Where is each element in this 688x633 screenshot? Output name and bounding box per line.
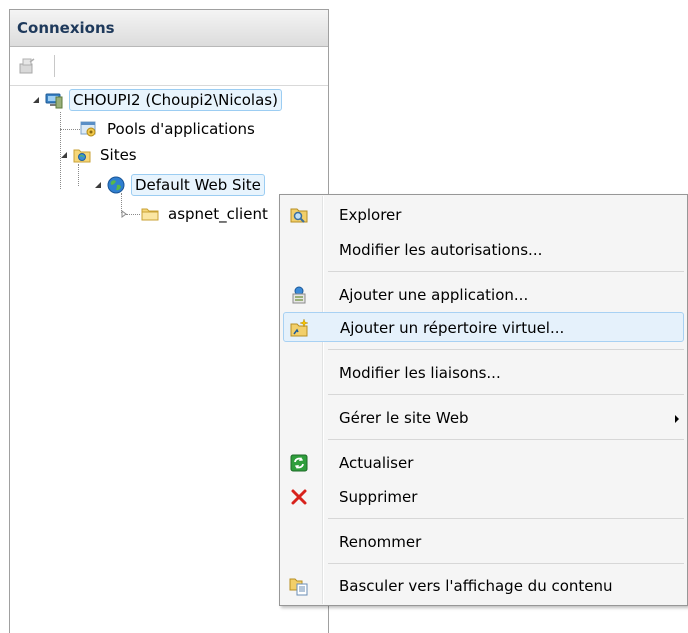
folder-icon	[141, 205, 159, 223]
collapsed-icon[interactable]	[118, 208, 130, 220]
tree-item-app-pools[interactable]: Pools d'applications	[80, 117, 258, 141]
toolbar-separator	[54, 55, 55, 77]
menu-item-add-virtual-directory[interactable]: Ajouter un répertoire virtuel...	[283, 312, 684, 342]
connect-icon[interactable]	[17, 56, 37, 76]
tree-label: CHOUPI2 (Choupi2\Nicolas)	[69, 89, 282, 111]
connections-toolbar	[10, 47, 328, 86]
menu-separator	[328, 271, 684, 272]
menu-separator	[328, 563, 684, 564]
menu-item-label: Renommer	[339, 533, 422, 551]
tree-label: Pools d'applications	[107, 120, 255, 138]
menu-item-switch-content-view[interactable]: Basculer vers l'affichage du contenu	[283, 571, 684, 601]
tree-item-sites[interactable]: Sites	[58, 143, 140, 167]
menu-item-label: Actualiser	[339, 454, 414, 472]
menu-item-edit-bindings[interactable]: Modifier les liaisons...	[283, 358, 684, 388]
tree-item-default-web-site[interactable]: Default Web Site	[92, 173, 265, 197]
delete-icon	[289, 487, 309, 507]
globe-icon	[107, 176, 125, 194]
add-application-icon	[289, 285, 309, 305]
expanded-icon[interactable]	[30, 94, 42, 106]
tree-item-server[interactable]: CHOUPI2 (Choupi2\Nicolas)	[30, 88, 282, 112]
tree-item-aspnet-client[interactable]: aspnet_client	[118, 202, 271, 226]
menu-separator	[328, 349, 684, 350]
submenu-arrow-icon	[675, 415, 679, 423]
sites-folder-icon	[73, 146, 91, 164]
panel-title: Connexions	[10, 10, 328, 47]
explore-icon	[289, 205, 309, 225]
menu-separator	[328, 439, 684, 440]
content-view-icon	[289, 576, 309, 596]
menu-separator	[328, 518, 684, 519]
menu-item-label: Modifier les liaisons...	[339, 364, 501, 382]
menu-item-delete[interactable]: Supprimer	[283, 482, 684, 512]
menu-item-label: Basculer vers l'affichage du contenu	[339, 577, 613, 595]
server-icon	[45, 91, 63, 109]
menu-item-label: Explorer	[339, 206, 402, 224]
add-virtual-directory-icon	[290, 318, 310, 338]
menu-item-add-application[interactable]: Ajouter une application...	[283, 280, 684, 310]
refresh-icon	[289, 453, 309, 473]
tree-line	[78, 164, 79, 186]
menu-separator	[328, 394, 684, 395]
context-menu: Explorer Modifier les autorisations... A…	[279, 194, 688, 606]
menu-item-label: Supprimer	[339, 488, 418, 506]
application-pools-icon	[80, 120, 98, 138]
tree-label: aspnet_client	[168, 205, 268, 223]
menu-item-explorer[interactable]: Explorer	[283, 200, 684, 230]
menu-item-refresh[interactable]: Actualiser	[283, 448, 684, 478]
menu-item-rename[interactable]: Renommer	[283, 527, 684, 557]
tree-line	[60, 129, 80, 130]
menu-item-label: Ajouter un répertoire virtuel...	[340, 319, 565, 337]
expanded-icon[interactable]	[58, 149, 70, 161]
tree-label: Default Web Site	[131, 174, 265, 196]
expanded-icon[interactable]	[92, 179, 104, 191]
menu-item-label: Modifier les autorisations...	[339, 241, 543, 259]
tree-label: Sites	[100, 146, 137, 164]
menu-item-manage-site[interactable]: Gérer le site Web	[283, 403, 684, 433]
menu-item-label: Gérer le site Web	[339, 409, 469, 427]
menu-item-edit-permissions[interactable]: Modifier les autorisations...	[283, 235, 684, 265]
menu-item-label: Ajouter une application...	[339, 286, 529, 304]
